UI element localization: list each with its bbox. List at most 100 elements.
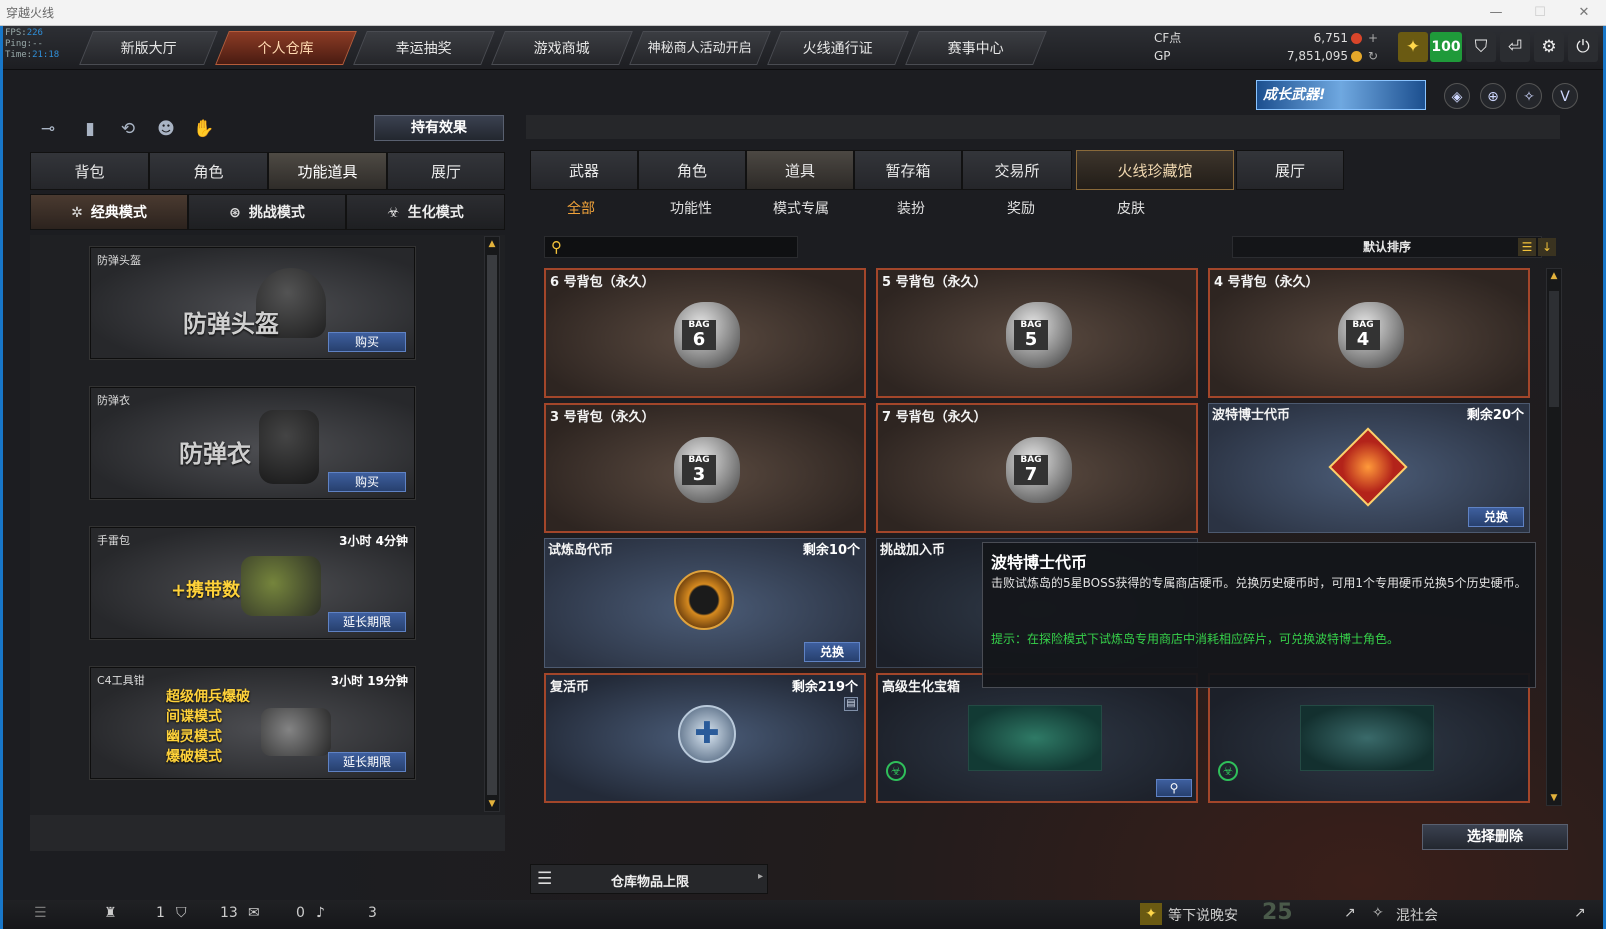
left-tab-backpack[interactable]: 背包	[30, 152, 149, 190]
globe-icon[interactable]: ⊕	[1480, 83, 1506, 109]
mode-zombie[interactable]: ☣ 生化模式	[346, 194, 505, 230]
item-card-helmet[interactable]: 防弹头盔 防弹头盔 购买	[90, 247, 415, 359]
minimize-button[interactable]: —	[1474, 0, 1518, 26]
nav-tab-personal-warehouse[interactable]: 个人仓库	[215, 31, 357, 65]
history-icon[interactable]: ⟲	[114, 115, 142, 143]
left-tab-function-items[interactable]: 功能道具	[268, 152, 387, 190]
right-tab-showroom[interactable]: 展厅	[1236, 150, 1344, 190]
clan-emblem-icon: ✧	[1372, 905, 1384, 921]
item-card-bag-3[interactable]: 3 号背包（永久） BAG 3	[544, 403, 866, 533]
character-icon[interactable]: ☻	[152, 115, 180, 143]
item-card-trial-island-token[interactable]: 试炼岛代币 剩余10个 兑换	[544, 538, 866, 668]
select-delete-button[interactable]: 选择删除	[1422, 824, 1568, 850]
shield-icon[interactable]: ⛉	[1466, 32, 1496, 62]
item-card-bag-6[interactable]: 6 号背包（永久） BAG 6	[544, 268, 866, 398]
nav-tab-lucky-draw[interactable]: 幸运抽奖	[353, 31, 495, 65]
popout-icon[interactable]: ↗	[1574, 905, 1586, 921]
maximize-button[interactable]: ☐	[1518, 0, 1562, 26]
v-emblem-icon[interactable]: V	[1552, 83, 1578, 109]
item-card-bag-7[interactable]: 7 号背包（永久） BAG 7	[876, 403, 1198, 533]
item-name: 复活币	[550, 680, 590, 695]
sort-dropdown[interactable]: 默认排序	[1232, 236, 1542, 258]
dragon-icon[interactable]: ✧	[1516, 83, 1542, 109]
list-view-icon[interactable]: ☰	[1518, 238, 1536, 256]
item-card-bag-5[interactable]: 5 号背包（永久） BAG 5	[876, 268, 1198, 398]
add-cf-icon[interactable]: +	[1368, 29, 1378, 47]
item-time-left: 3小时 4分钟	[339, 534, 408, 548]
backpack-icon: BAG 6	[674, 302, 740, 368]
subtab-rewards[interactable]: 奖励	[981, 198, 1061, 220]
item-name: 手雷包	[97, 534, 130, 547]
gear-icon[interactable]: ⚙	[1534, 32, 1564, 62]
subtab-skins[interactable]: 皮肤	[1091, 198, 1171, 220]
item-card-bag-4[interactable]: 4 号背包（永久） BAG 4	[1208, 268, 1530, 398]
clan-name[interactable]: 混社会	[1396, 905, 1438, 925]
item-card-advanced-zombie-box[interactable]: 高级生化宝箱 ☣ ⚲	[876, 673, 1198, 803]
delete-icon[interactable]: ▤	[844, 697, 858, 711]
badge-icon[interactable]: ◈	[1444, 83, 1470, 109]
subtab-mode-exclusive[interactable]: 模式专属	[761, 198, 841, 220]
scroll-thumb[interactable]	[1549, 291, 1559, 407]
item-card-porter-token[interactable]: 波特博士代币 剩余20个 兑换	[1208, 403, 1530, 533]
scroll-thumb[interactable]	[487, 255, 497, 795]
chat-icon[interactable]: ✉	[248, 905, 260, 921]
player-name[interactable]: 等下说晚安	[1168, 905, 1238, 925]
item-card-scythe[interactable]: ☣	[1208, 673, 1530, 803]
refresh-icon[interactable]: ↻	[1368, 47, 1378, 65]
nav-tab-mystery-merchant[interactable]: 神秘商人活动开启	[629, 31, 771, 65]
item-card-grenade-pack[interactable]: 手雷包 3小时 4分钟 +携带数 延长期限	[90, 527, 415, 639]
preview-search-icon[interactable]: ⚲	[1156, 779, 1192, 797]
item-banner-text: +携带数	[171, 580, 241, 601]
popout-icon[interactable]: ↗	[1344, 905, 1356, 921]
rank-icon[interactable]: ✦	[1398, 32, 1428, 62]
right-tab-storage-box[interactable]: 暂存箱	[854, 150, 962, 190]
item-card-vest[interactable]: 防弹衣 防弹衣 购买	[90, 387, 415, 499]
power-icon[interactable]: ⏻	[1568, 32, 1598, 62]
right-tab-characters[interactable]: 角色	[638, 150, 746, 190]
friends-icon[interactable]: ♜	[104, 905, 117, 921]
right-tab-weapons[interactable]: 武器	[530, 150, 638, 190]
nav-tab-new-lobby[interactable]: 新版大厅	[79, 31, 218, 65]
close-button[interactable]: ✕	[1562, 0, 1606, 26]
right-tab-exchange[interactable]: 交易所	[962, 150, 1072, 190]
buy-button[interactable]: 购买	[328, 472, 406, 492]
glove-icon[interactable]: ✋	[190, 115, 218, 143]
backpack-icon: BAG 3	[674, 437, 740, 503]
left-scrollbar[interactable]: ▲ ▼	[484, 236, 500, 812]
buy-button[interactable]: 购买	[328, 332, 406, 352]
tooltip-description: 击败试炼岛的5星BOSS获得的专属商店硬币。兑换历史硬币时，可用1个专用硬币兑换…	[991, 576, 1527, 590]
subtab-all[interactable]: 全部	[541, 198, 621, 220]
subtab-functional[interactable]: 功能性	[651, 198, 731, 220]
key-icon[interactable]: ⊸	[34, 115, 62, 143]
nav-tab-event-center[interactable]: 赛事中心	[905, 31, 1047, 65]
subtab-cosmetics[interactable]: 装扮	[871, 198, 951, 220]
exchange-button[interactable]: 兑换	[804, 642, 860, 662]
exchange-button[interactable]: 兑换	[1468, 507, 1524, 527]
mode-classic[interactable]: ✲ 经典模式	[30, 194, 188, 230]
volume-icon[interactable]: ♪	[316, 905, 325, 921]
expand-arrow-icon[interactable]: ▸	[758, 871, 763, 882]
menu-icon[interactable]: ☰	[34, 905, 47, 921]
extend-button[interactable]: 延长期限	[328, 752, 406, 772]
scroll-down-icon: ▼	[1550, 793, 1558, 803]
left-tab-showroom[interactable]: 展厅	[387, 152, 505, 190]
nav-tab-game-mall[interactable]: 游戏商城	[491, 31, 633, 65]
backpack-icon: BAG 7	[1006, 437, 1072, 503]
clan-shield-icon[interactable]: ⛉	[176, 905, 187, 921]
right-scrollbar[interactable]: ▲ ▼	[1546, 268, 1562, 806]
left-tab-character[interactable]: 角色	[149, 152, 268, 190]
right-tab-collection[interactable]: 火线珍藏馆	[1076, 150, 1234, 190]
rank-chart-icon[interactable]: ▮	[76, 115, 104, 143]
extend-button[interactable]: 延长期限	[328, 612, 406, 632]
nav-tab-battle-pass[interactable]: 火线通行证	[767, 31, 909, 65]
right-tab-items[interactable]: 道具	[746, 150, 854, 190]
mode-challenge[interactable]: ⊛ 挑战模式	[188, 194, 346, 230]
exit-icon[interactable]: ⏎	[1500, 32, 1530, 62]
growth-weapon-banner[interactable]: 成长武器!	[1256, 80, 1426, 110]
storage-limit-bar[interactable]: ☰ 仓库物品上限 ▸	[530, 864, 768, 894]
search-input[interactable]: ⚲	[544, 236, 798, 258]
item-card-c4-pliers[interactable]: C4工具钳 3小时 19分钟 超级佣兵爆破 间谍模式 幽灵模式 爆破模式 延长期…	[90, 667, 415, 779]
sort-order-icon[interactable]: ↓	[1538, 238, 1556, 256]
item-card-revive-coin[interactable]: 复活币 剩余219个 ▤ ✚	[544, 673, 866, 803]
holding-effects-button[interactable]: 持有效果	[374, 115, 504, 141]
